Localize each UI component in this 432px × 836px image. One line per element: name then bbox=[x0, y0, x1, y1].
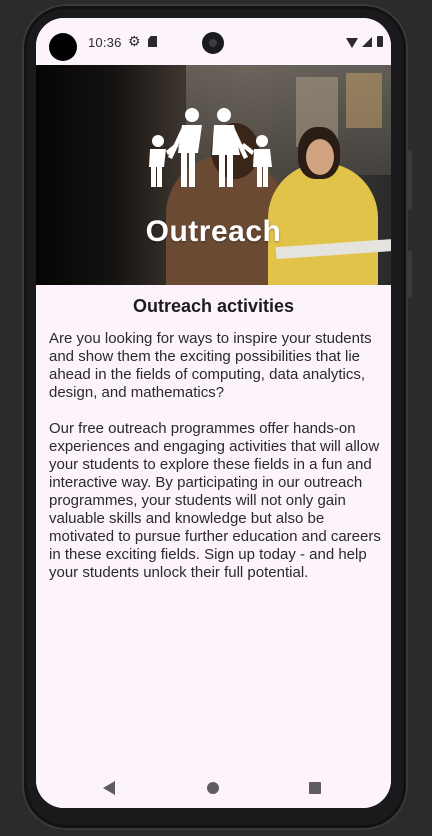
hero-banner: Outreach bbox=[36, 65, 391, 285]
camera-icon bbox=[202, 32, 224, 54]
family-icon bbox=[149, 108, 272, 187]
sd-card-icon bbox=[148, 36, 157, 47]
hero-title: Outreach bbox=[145, 215, 282, 248]
screen: 10:36 ⚙ Outreach Outreach activities Are… bbox=[36, 18, 391, 808]
settings-icon: ⚙ bbox=[128, 33, 141, 49]
hero-person-face bbox=[306, 139, 334, 175]
signal-icon bbox=[362, 37, 372, 47]
body-text: Are you looking for ways to inspire your… bbox=[49, 330, 381, 582]
back-icon[interactable] bbox=[103, 781, 115, 795]
wifi-icon bbox=[346, 38, 358, 48]
volume-button bbox=[408, 150, 412, 210]
home-icon[interactable] bbox=[207, 782, 219, 794]
intro-paragraph: Are you looking for ways to inspire your… bbox=[49, 330, 372, 401]
front-sensor bbox=[49, 33, 77, 61]
power-button bbox=[408, 250, 412, 298]
status-time: 10:36 bbox=[88, 35, 122, 50]
hero-window bbox=[346, 73, 382, 128]
page-title: Outreach activities bbox=[132, 296, 295, 316]
navigation-bar bbox=[36, 766, 391, 808]
recents-icon[interactable] bbox=[309, 782, 321, 794]
details-paragraph: Our free outreach programmes offer hands… bbox=[49, 420, 381, 581]
battery-icon bbox=[377, 36, 383, 47]
status-bar: 10:36 ⚙ bbox=[36, 18, 391, 65]
